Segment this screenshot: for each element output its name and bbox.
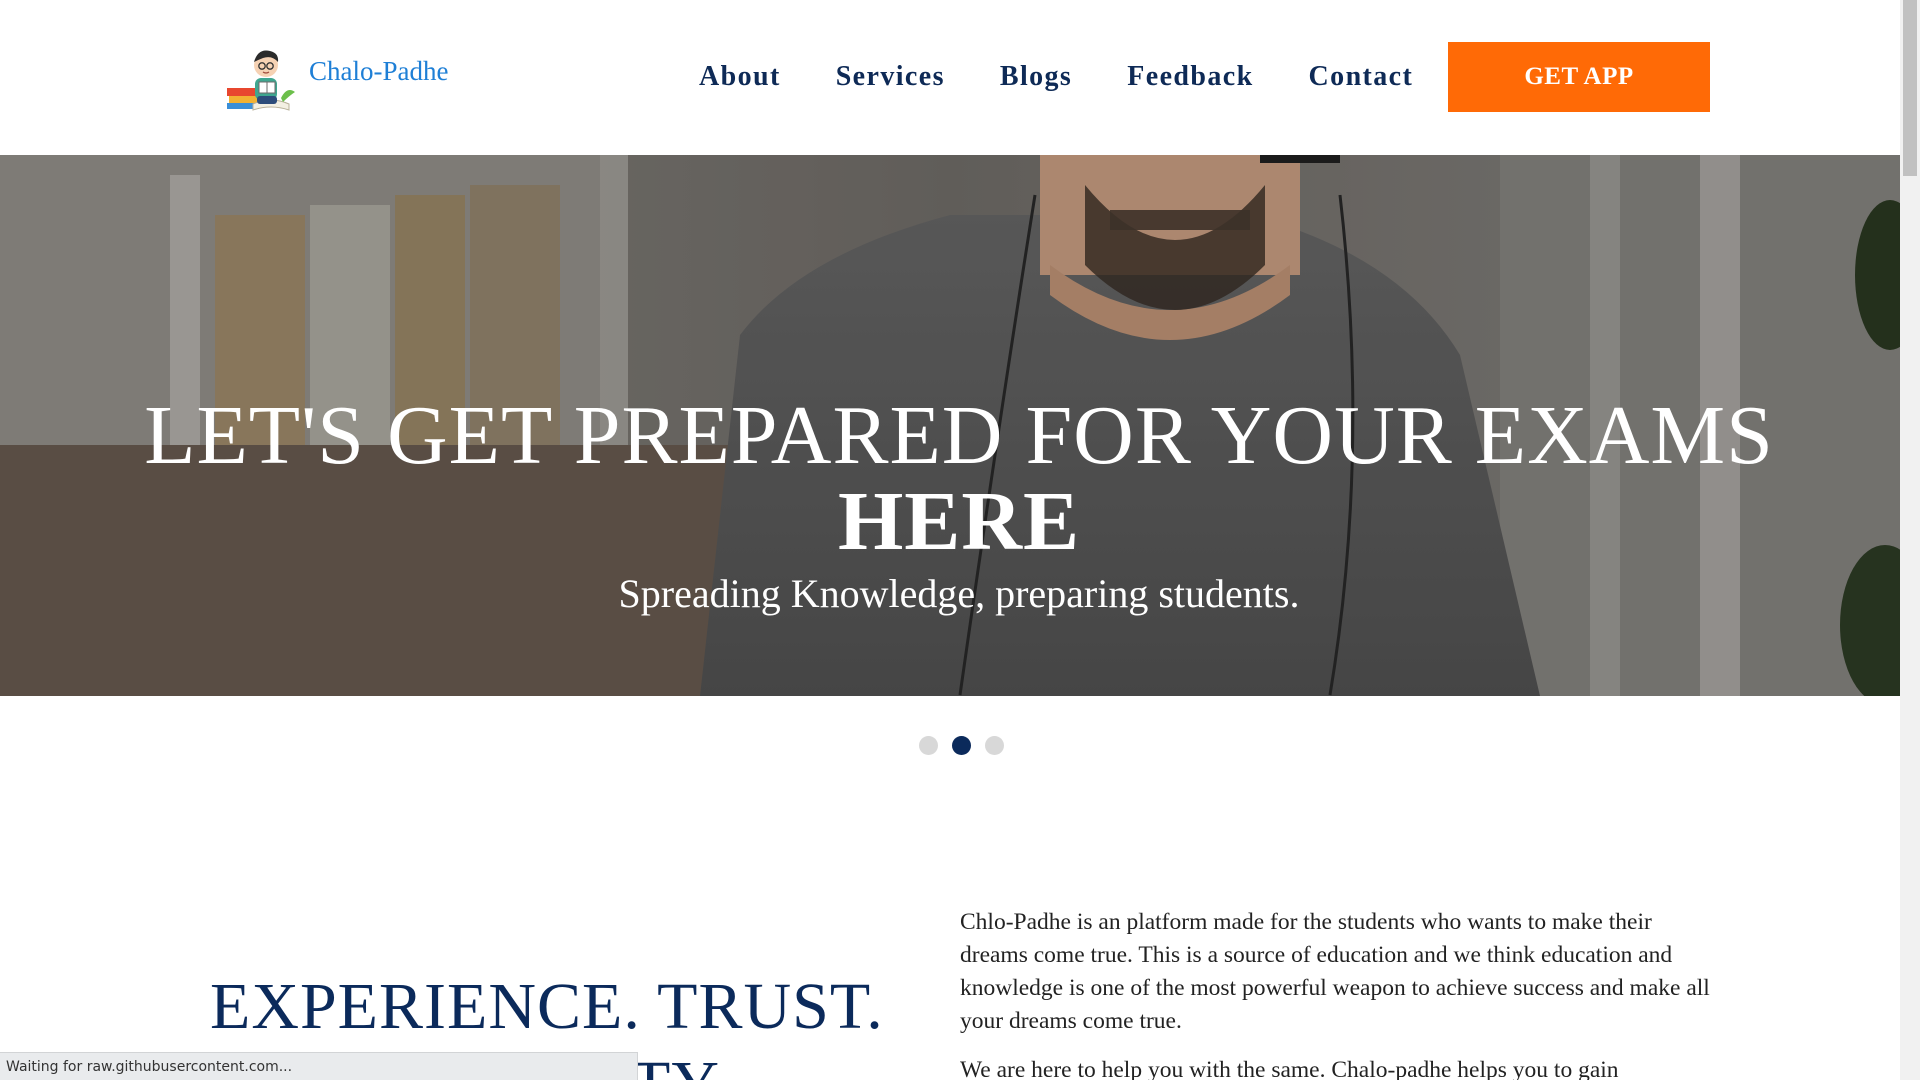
hero-title-line2: HERE — [837, 475, 1081, 568]
scrollbar-thumb[interactable] — [1903, 0, 1917, 176]
main-nav: About Services Blogs Feedback Contact — [699, 60, 1468, 94]
about-heading-line2: TY — [630, 1048, 720, 1080]
nav-link-services[interactable]: Services — [836, 60, 945, 94]
student-reading-logo-icon — [227, 50, 295, 111]
carousel-dot-1[interactable] — [919, 736, 938, 755]
nav-link-feedback[interactable]: Feedback — [1127, 60, 1253, 94]
hero-title: LET'S GET PREPARED FOR YOUR EXAMS HERE — [0, 393, 1900, 565]
hero-subtitle: Spreading Knowledge, preparing students. — [618, 571, 1300, 616]
hero-title-line1: LET'S GET PREPARED FOR YOUR EXAMS — [144, 389, 1774, 482]
page-scrollbar[interactable] — [1900, 0, 1920, 1080]
browser-status-bar: Waiting for raw.githubusercontent.com... — [0, 1052, 638, 1080]
nav-link-blogs[interactable]: Blogs — [1000, 60, 1072, 94]
nav-link-about[interactable]: About — [699, 60, 781, 94]
about-heading-line1: EXPERIENCE. TRUST. — [210, 970, 884, 1043]
page: Chalo-Padhe About Services Blogs Feedbac… — [0, 0, 1900, 1080]
logo-link[interactable]: Chalo-Padhe — [225, 38, 448, 112]
nav-link-contact[interactable]: Contact — [1309, 60, 1414, 94]
brand-name: Chalo-Padhe — [309, 55, 449, 86]
get-app-button[interactable]: GET APP — [1448, 42, 1710, 112]
hero-carousel: LET'S GET PREPARED FOR YOUR EXAMS HERE S… — [0, 155, 1900, 696]
site-header: Chalo-Padhe About Services Blogs Feedbac… — [0, 0, 1900, 155]
about-paragraph-2: We are here to help you with the same. C… — [960, 1057, 1619, 1080]
about-description: Chlo-Padhe is an platform made for the s… — [960, 906, 1720, 1080]
carousel-dot-2[interactable] — [952, 736, 971, 755]
about-paragraph-1: Chlo-Padhe is an platform made for the s… — [960, 909, 1710, 1034]
carousel-dot-3[interactable] — [985, 736, 1004, 755]
carousel-indicators — [919, 736, 1004, 755]
